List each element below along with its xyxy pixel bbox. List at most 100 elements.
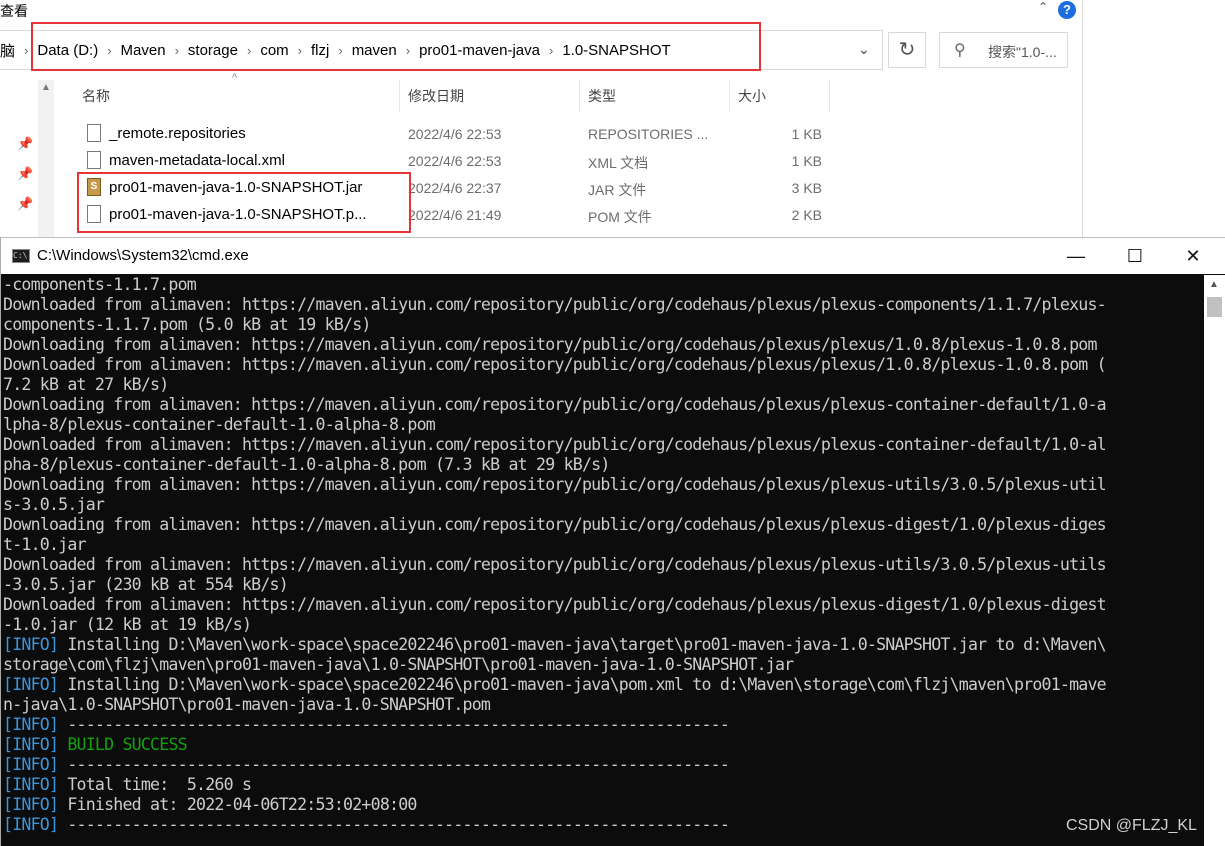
console-text: Downloaded from alimaven: https://maven.…	[3, 295, 1107, 314]
column-type[interactable]: 类型	[580, 80, 730, 112]
search-input[interactable]: ⚲ 搜索"1.0-...	[939, 32, 1068, 68]
console-line: [INFO] Installing D:\Maven\work-space\sp…	[3, 635, 1201, 655]
console-text: Installing D:\Maven\work-space\space2022…	[58, 635, 1106, 654]
console-line: 7.2 kB at 27 kB/s)	[3, 375, 1201, 395]
console-text: Downloading from alimaven: https://maven…	[3, 395, 1107, 414]
console-line: Downloading from alimaven: https://maven…	[3, 395, 1201, 415]
file-name: _remote.repositories	[109, 125, 246, 142]
console-text: Downloaded from alimaven: https://maven.…	[3, 435, 1107, 454]
search-placeholder: 搜索"1.0-...	[988, 44, 1057, 60]
log-level-tag: [INFO]	[3, 715, 59, 734]
log-level-tag: [INFO]	[3, 795, 59, 814]
file-type: XML 文档	[588, 155, 649, 171]
console-line: Downloaded from alimaven: https://maven.…	[3, 295, 1201, 315]
console-line: s-3.0.5.jar	[3, 495, 1201, 515]
console-line: -3.0.5.jar (230 kB at 554 kB/s)	[3, 575, 1201, 595]
console-line: Downloading from alimaven: https://maven…	[3, 475, 1201, 495]
console-line: [INFO] BUILD SUCCESS	[3, 735, 1201, 755]
console-text: storage\com\flzj\maven\pro01-maven-java\…	[3, 655, 794, 674]
window-title: C:\Windows\System32\cmd.exe	[37, 247, 249, 264]
minimize-button[interactable]: —	[1056, 243, 1096, 269]
console-line: Downloaded from alimaven: https://maven.…	[3, 555, 1201, 575]
log-level-tag: [INFO]	[3, 815, 59, 834]
cmd-app-icon: C:\	[12, 249, 30, 263]
console-text: Finished at: 2022-04-06T22:53:02+08:00	[58, 795, 417, 814]
console-text: Downloaded from alimaven: https://maven.…	[3, 355, 1107, 374]
file-row[interactable]: maven-metadata-local.xml 2022/4/6 22:53 …	[54, 148, 1082, 175]
cmd-window: C:\ C:\Windows\System32\cmd.exe — ☐ ✕ -c…	[0, 237, 1225, 846]
console-text: 7.2 kB at 27 kB/s)	[3, 375, 169, 394]
log-level-tag: [INFO]	[3, 635, 59, 654]
column-modified[interactable]: 修改日期	[400, 80, 580, 112]
close-button[interactable]: ✕	[1173, 243, 1213, 269]
console-text: Downloading from alimaven: https://maven…	[3, 515, 1107, 534]
console-line: Downloading from alimaven: https://maven…	[3, 335, 1201, 355]
search-icon: ⚲	[954, 42, 966, 59]
console-text: -components-1.1.7.pom	[3, 275, 197, 294]
help-icon[interactable]: ?	[1058, 1, 1076, 19]
console-text: Downloaded from alimaven: https://maven.…	[3, 595, 1107, 614]
address-prefix: 脑	[0, 42, 16, 60]
console-text: Total time: 5.260 s	[58, 775, 252, 794]
nav-scrollbar[interactable]: ▲	[38, 80, 54, 240]
console-line: -components-1.1.7.pom	[3, 275, 1201, 295]
file-row[interactable]: _remote.repositories 2022/4/6 22:53 REPO…	[54, 121, 1082, 148]
console-line: Downloading from alimaven: https://maven…	[3, 515, 1201, 535]
file-modified: 2022/4/6 21:49	[408, 207, 502, 223]
pin-icon[interactable]: 📌	[17, 166, 33, 182]
console-line: components-1.1.7.pom (5.0 kB at 19 kB/s)	[3, 315, 1201, 335]
console-line: Downloaded from alimaven: https://maven.…	[3, 595, 1201, 615]
chevron-up-icon[interactable]: ⌃	[1034, 0, 1052, 16]
watermark: CSDN @FLZJ_KL	[1066, 817, 1197, 834]
log-level-tag: [INFO]	[3, 675, 59, 694]
build-success-text: BUILD SUCCESS	[58, 735, 187, 754]
menu-view[interactable]: 查看	[0, 1, 28, 21]
file-size: 1 KB	[791, 126, 822, 142]
console-line: Downloaded from alimaven: https://maven.…	[3, 435, 1201, 455]
console-text: t-1.0.jar	[3, 535, 87, 554]
log-level-tag: [INFO]	[3, 755, 59, 774]
console-text: pha-8/plexus-container-default-1.0-alpha…	[3, 455, 610, 474]
file-name: maven-metadata-local.xml	[109, 152, 285, 169]
console-line: [INFO] Installing D:\Maven\work-space\sp…	[3, 675, 1201, 695]
maximize-button[interactable]: ☐	[1115, 243, 1155, 269]
scroll-thumb[interactable]	[1207, 297, 1222, 317]
file-modified: 2022/4/6 22:53	[408, 126, 502, 142]
chevron-down-icon[interactable]: ⌄	[858, 41, 870, 58]
file-type: REPOSITORIES ...	[588, 126, 709, 142]
console-line: [INFO] Finished at: 2022-04-06T22:53:02+…	[3, 795, 1201, 815]
file-modified: 2022/4/6 22:53	[408, 153, 502, 169]
file-icon	[87, 151, 101, 169]
console-scrollbar[interactable]: ▲	[1204, 275, 1225, 846]
pin-icon[interactable]: 📌	[17, 136, 33, 152]
console-text: Installing D:\Maven\work-space\space2022…	[58, 675, 1106, 694]
console-text: s-3.0.5.jar	[3, 495, 105, 514]
console-line: storage\com\flzj\maven\pro01-maven-java\…	[3, 655, 1201, 675]
pin-icon[interactable]: 📌	[17, 196, 33, 212]
file-type: JAR 文件	[588, 182, 647, 198]
console-line: [INFO] Total time: 5.260 s	[3, 775, 1201, 795]
console-line: pha-8/plexus-container-default-1.0-alpha…	[3, 455, 1201, 475]
console-text: ----------------------------------------…	[58, 715, 730, 734]
console-text: n-java\1.0-SNAPSHOT\pro01-maven-java-1.0…	[3, 695, 491, 714]
console-line: [INFO] ---------------------------------…	[3, 755, 1201, 775]
console-line: t-1.0.jar	[3, 535, 1201, 555]
column-header: ^ 名称 修改日期 类型 大小	[54, 72, 1082, 112]
refresh-button[interactable]: ↻	[888, 32, 926, 68]
console-text: -3.0.5.jar (230 kB at 554 kB/s)	[3, 575, 289, 594]
address-highlight-box	[31, 22, 761, 71]
scroll-up-icon[interactable]: ▲	[1209, 279, 1219, 290]
log-level-tag: [INFO]	[3, 775, 59, 794]
console-text: ----------------------------------------…	[58, 755, 730, 774]
console-line: -1.0.jar (12 kB at 19 kB/s)	[3, 615, 1201, 635]
console-output[interactable]: -components-1.1.7.pom Downloaded from ali…	[3, 275, 1201, 846]
console-text: Downloaded from alimaven: https://maven.…	[3, 555, 1107, 574]
cmd-titlebar[interactable]: C:\ C:\Windows\System32\cmd.exe — ☐ ✕	[1, 237, 1225, 274]
console-line: Downloaded from alimaven: https://maven.…	[3, 355, 1201, 375]
console-line: [INFO] ---------------------------------…	[3, 715, 1201, 735]
navigation-pane: 📌 📌 📌	[0, 78, 38, 240]
scroll-up-icon[interactable]: ▲	[41, 82, 51, 93]
column-size[interactable]: 大小	[730, 80, 830, 112]
column-name[interactable]: 名称	[74, 80, 400, 112]
console-text: Downloading from alimaven: https://maven…	[3, 475, 1107, 494]
